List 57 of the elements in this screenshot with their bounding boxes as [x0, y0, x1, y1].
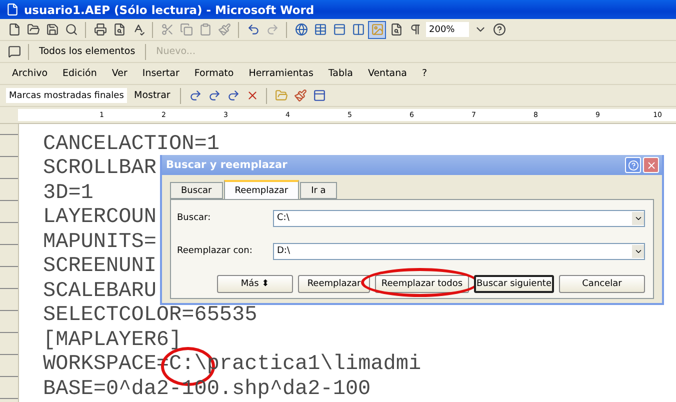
document-text: CANCELACTION=1: [43, 132, 220, 156]
search-icon[interactable]: [63, 22, 79, 38]
window-title: usuario1.AEP (Sólo lectura) - Microsoft Word: [24, 2, 314, 16]
document-text: BASE=0^da2-100.shp^da2-100: [43, 378, 371, 401]
close-icon: [646, 160, 656, 170]
field-label: Reemplazar con:: [177, 246, 254, 256]
field-label: Buscar:: [177, 213, 212, 223]
document-text: [MAPLAYER6]: [43, 328, 182, 352]
menu-item[interactable]: Tabla: [322, 66, 359, 81]
document-text: 3D=1: [43, 182, 94, 205]
dialog-tab[interactable]: Ir a: [300, 182, 337, 199]
menu-item[interactable]: Archivo: [6, 66, 54, 81]
dialog-tab[interactable]: Buscar: [170, 182, 223, 199]
dialog-button[interactable]: Cancelar: [559, 275, 645, 293]
menu-item[interactable]: Herramientas: [242, 66, 320, 81]
document-text: SELECTCOLOR=65535: [43, 304, 258, 328]
drawing-icon[interactable]: [369, 22, 385, 38]
dialog-button[interactable]: Reemplazar todos: [375, 275, 469, 293]
close-button[interactable]: [643, 157, 659, 173]
menu-item[interactable]: Edición: [56, 66, 103, 81]
document-text: MAPUNITS=: [43, 230, 156, 254]
zoom-field[interactable]: 200%: [426, 22, 469, 37]
input-field[interactable]: C:\: [273, 210, 645, 226]
menu-item[interactable]: Formato: [188, 66, 240, 81]
pane-icon[interactable]: [311, 88, 328, 104]
dialog-button[interactable]: Reemplazar: [298, 275, 370, 293]
help-button[interactable]: [625, 157, 641, 173]
menu-item[interactable]: ?: [416, 66, 434, 81]
document-text: SCREENUNI: [43, 255, 156, 278]
save-icon[interactable]: [44, 22, 60, 38]
comment-icon[interactable]: [6, 44, 22, 60]
dropdown-icon[interactable]: [632, 244, 644, 258]
document-text: C:\: [169, 353, 207, 376]
document-text: SCROLLBAR: [43, 157, 156, 180]
table-icon[interactable]: [312, 22, 328, 38]
document-text: LAYERCOUN: [43, 206, 156, 230]
view-dropdown[interactable]: Todos los elementos: [35, 46, 140, 57]
dropdown-icon[interactable]: [632, 212, 644, 224]
menu-item[interactable]: Insertar: [136, 66, 186, 81]
dialog-button[interactable]: Buscar siguiente: [474, 275, 554, 293]
document-text: SCALEBARU: [43, 280, 156, 303]
menu-item[interactable]: Ventana: [362, 66, 413, 81]
highlighter-icon[interactable]: [292, 88, 308, 104]
help-icon[interactable]: [491, 22, 507, 38]
input-field[interactable]: D:\: [273, 242, 645, 260]
dialog-button[interactable]: Más ⬍: [217, 275, 293, 293]
columns-icon[interactable]: [350, 22, 366, 38]
globe-icon[interactable]: [293, 22, 309, 38]
folder-icon[interactable]: [25, 22, 41, 38]
markup-display-field[interactable]: Marcas mostradas finales: [6, 88, 127, 103]
dialog-tab[interactable]: Reemplazar: [224, 180, 300, 199]
menu-item[interactable]: Ver: [106, 66, 134, 81]
show-dropdown[interactable]: Mostrar: [130, 90, 174, 101]
window-icon[interactable]: [331, 22, 347, 38]
dialog-title: Buscar y reemplazar: [166, 159, 288, 171]
help-icon: [628, 160, 638, 170]
printer-icon[interactable]: [92, 22, 108, 38]
